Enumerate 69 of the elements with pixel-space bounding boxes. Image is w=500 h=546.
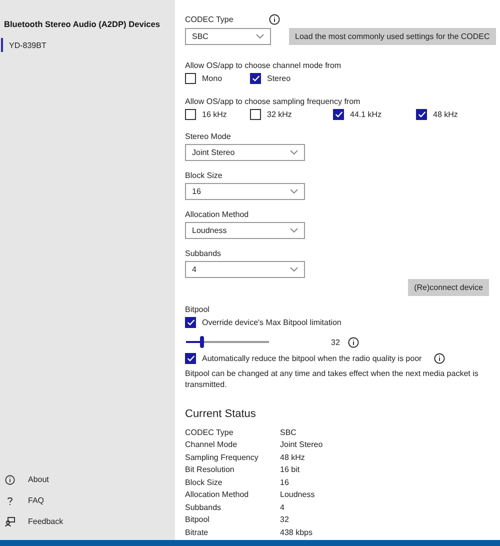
dropdown[interactable]: Joint Stereo (185, 144, 305, 161)
info-icon[interactable] (269, 14, 280, 25)
status-value: 16 (280, 478, 290, 487)
info-icon[interactable] (434, 353, 445, 364)
nav-link[interactable]: About (28, 475, 49, 484)
checkbox[interactable] (250, 73, 261, 84)
reconnect-button[interactable]: (Re)connect device (408, 279, 489, 296)
checkbox[interactable] (250, 109, 261, 120)
status-name: Bitpool (185, 515, 210, 524)
checkbox-label: Mono (202, 74, 222, 83)
status-value: 4 (280, 502, 286, 512)
status-value: 32 (280, 515, 290, 524)
chevron-down-icon (290, 189, 298, 194)
status-name: Subbands (185, 502, 222, 512)
field-label: Subbands (185, 249, 222, 258)
sidebar-heading: Bluetooth Stereo Audio (A2DP) Devices (3, 19, 161, 29)
chevron-down-icon (290, 228, 298, 233)
status-name: CODEC Type (185, 428, 234, 437)
feedback-icon (5, 516, 15, 526)
status-value: Loudness (280, 490, 316, 500)
field-label: Bitpool (185, 305, 210, 314)
checkbox-label: Override device's Max Bitpool limitation (202, 318, 342, 327)
chevron-down-icon (290, 267, 298, 272)
checkbox[interactable] (185, 109, 196, 120)
slider-value: 32 (331, 338, 340, 346)
device-list-item[interactable]: YD-839BT (1, 38, 175, 52)
status-name: Channel Mode (185, 440, 238, 450)
field-label: Allocation Method (185, 210, 250, 219)
status-value: 48 kHz (280, 452, 306, 462)
nav-link[interactable]: FAQ (28, 496, 44, 505)
info-icon[interactable] (348, 336, 359, 348)
chevron-down-icon (256, 34, 264, 39)
checkbox-label: Automatically reduce the bitpool when the radio quality is poor (202, 354, 422, 363)
dropdown[interactable]: 16 (185, 183, 305, 200)
checkbox[interactable] (185, 353, 196, 364)
chevron-down-icon (290, 150, 298, 155)
status-value: 438 kbps (280, 528, 314, 537)
dropdown[interactable]: 4 (185, 261, 305, 278)
status-value: SBC (280, 428, 298, 437)
checkbox[interactable] (185, 73, 196, 84)
status-value: Joint Stereo (280, 440, 324, 450)
field-label: Allow OS/app to choose channel mode from (185, 61, 342, 70)
field-label: Stereo Mode (185, 132, 232, 141)
status-value: 16 bit (280, 465, 301, 474)
nav-link[interactable]: Feedback (28, 517, 64, 526)
slider-thumb[interactable] (200, 336, 204, 348)
checkbox-label: Stereo (267, 74, 291, 83)
question-mark-icon (5, 496, 15, 506)
status-name: Block Size (185, 478, 224, 487)
status-name: Allocation Method (185, 490, 250, 500)
status-name: Bitrate (185, 528, 210, 537)
help-text: Bitpool can be changed at any time and takes effect when the next media packet is transmitted. (185, 368, 480, 390)
load-settings-button[interactable]: Load the most commonly used settings for the CODEC (289, 28, 496, 45)
checkbox-label: 16 kHz (202, 110, 227, 119)
checkbox-label: 48 kHz (433, 110, 458, 119)
checkbox[interactable] (333, 109, 344, 120)
checkbox-label: 44.1 kHz (350, 110, 382, 119)
codec-dropdown[interactable]: SBC (185, 28, 271, 45)
checkbox[interactable] (416, 109, 427, 120)
checkbox[interactable] (185, 317, 196, 328)
checkbox-label: 32 kHz (267, 110, 292, 119)
field-label: Allow OS/app to choose sampling frequency from (185, 97, 362, 106)
status-name: Sampling Frequency (185, 452, 260, 462)
field-label: CODEC Type (185, 15, 234, 24)
section-heading: Current Status (185, 408, 257, 420)
info-icon (5, 474, 15, 484)
field-label: Block Size (185, 171, 224, 180)
status-name: Bit Resolution (185, 465, 236, 474)
dropdown[interactable]: Loudness (185, 222, 305, 239)
